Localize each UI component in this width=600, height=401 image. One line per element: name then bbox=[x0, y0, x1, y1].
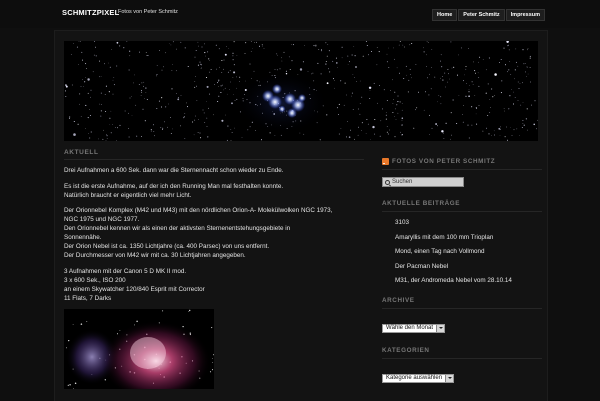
post-paragraph-2: Es ist die erste Aufnahme, auf der ich d… bbox=[64, 182, 364, 200]
post-line: Sonnennähe. bbox=[64, 233, 364, 242]
top-bar: SCHMITZPIXEL Fotos von Peter Schmitz Hom… bbox=[0, 0, 600, 28]
chevron-down-icon[interactable] bbox=[445, 375, 453, 382]
starfield-image bbox=[64, 41, 538, 141]
nav-item-impressum[interactable]: Impressum bbox=[506, 9, 545, 21]
top-navigation: Home Peter Schmitz Impressum bbox=[432, 9, 546, 21]
archive-title: ARCHIVE bbox=[382, 297, 542, 309]
post-line: Der Durchmesser von M42 wir mit ca. 30 L… bbox=[64, 251, 364, 260]
feed-widget-title[interactable]: FOTOS VON PETER SCHMITZ bbox=[382, 158, 542, 170]
search-input[interactable]: Suchen bbox=[382, 177, 464, 187]
post-line: 11 Flats, 7 Darks bbox=[64, 294, 364, 303]
search-icon bbox=[385, 180, 390, 185]
section-heading: AKTUELL bbox=[64, 149, 364, 160]
chevron-down-icon[interactable] bbox=[436, 325, 444, 332]
recent-post-link[interactable]: 3103 bbox=[382, 219, 542, 226]
post-line: an einem Skywatcher 120/840 Esprit mit C… bbox=[64, 285, 364, 294]
recent-posts-list: 3103 Amaryllis mit dem 100 mm Trioplan M… bbox=[382, 219, 542, 284]
post-paragraph-4: 3 Aufnahmen mit der Canon 5 D MK II mod.… bbox=[64, 267, 364, 303]
categories-title: KATEGORIEN bbox=[382, 347, 542, 359]
recent-post-link[interactable]: Der Pacman Nebel bbox=[382, 263, 542, 270]
archive-widget: ARCHIVE Wähle den Monat bbox=[382, 297, 542, 334]
post-line: Der Orion Nebel ist ca. 1350 Lichtjahre … bbox=[64, 242, 364, 251]
nav-item-home[interactable]: Home bbox=[432, 9, 457, 21]
rss-icon[interactable] bbox=[382, 158, 389, 165]
recent-post-link[interactable]: Mond, einen Tag nach Vollmond bbox=[382, 248, 542, 255]
post-paragraph-3: Der Orionnebel Komplex (M42 und M43) mit… bbox=[64, 206, 364, 260]
categories-widget: KATEGORIEN Kategorie auswählen bbox=[382, 347, 542, 384]
main-container: AKTUELL Drei Aufnahmen a 600 Sek. dann w… bbox=[54, 30, 548, 401]
search-placeholder: Suchen bbox=[392, 179, 412, 185]
feed-title-label[interactable]: FOTOS VON PETER SCHMITZ bbox=[392, 158, 495, 165]
post-line: Es ist die erste Aufnahme, auf der ich d… bbox=[64, 182, 364, 191]
post-line: Den Orionnebel kennen wir als einen der … bbox=[64, 224, 364, 233]
recent-post-link[interactable]: M31, der Andromeda Nebel vom 28.10.14 bbox=[382, 277, 542, 284]
post-line: Der Orionnebel Komplex (M42 und M43) mit… bbox=[64, 206, 364, 215]
post-line: Drei Aufnahmen a 600 Sek. dann war die S… bbox=[64, 166, 364, 175]
post-body: Drei Aufnahmen a 600 Sek. dann war die S… bbox=[64, 166, 364, 303]
nav-item-peter-schmitz[interactable]: Peter Schmitz bbox=[458, 9, 504, 21]
post-line: Natürlich braucht er eigentlich viel meh… bbox=[64, 191, 364, 200]
feed-widget: FOTOS VON PETER SCHMITZ Suchen bbox=[382, 158, 542, 187]
post-line: NGC 1975 und NGC 1977. bbox=[64, 215, 364, 224]
categories-select-value: Kategorie auswählen bbox=[383, 375, 445, 381]
post-line: 3 Aufnahmen mit der Canon 5 D MK II mod. bbox=[64, 267, 364, 276]
orion-nebula-photo[interactable] bbox=[64, 309, 214, 389]
post-paragraph-1: Drei Aufnahmen a 600 Sek. dann war die S… bbox=[64, 166, 364, 175]
site-title[interactable]: SCHMITZPIXEL bbox=[62, 8, 119, 17]
recent-posts-title: AKTUELLE BEITRÄGE bbox=[382, 200, 542, 212]
recent-posts-widget: AKTUELLE BEITRÄGE 3103 Amaryllis mit dem… bbox=[382, 200, 542, 284]
categories-select[interactable]: Kategorie auswählen bbox=[382, 374, 454, 383]
content-area: AKTUELL Drei Aufnahmen a 600 Sek. dann w… bbox=[64, 149, 364, 401]
header-image bbox=[64, 41, 538, 141]
archive-select-value: Wähle den Monat bbox=[383, 325, 436, 331]
archive-select[interactable]: Wähle den Monat bbox=[382, 324, 445, 333]
post-line: 3 x 600 Sek., ISO 200 bbox=[64, 276, 364, 285]
recent-post-link[interactable]: Amaryllis mit dem 100 mm Trioplan bbox=[382, 234, 542, 241]
site-description: Fotos von Peter Schmitz bbox=[118, 9, 178, 15]
sidebar: FOTOS VON PETER SCHMITZ Suchen AKTUELLE … bbox=[382, 158, 542, 401]
